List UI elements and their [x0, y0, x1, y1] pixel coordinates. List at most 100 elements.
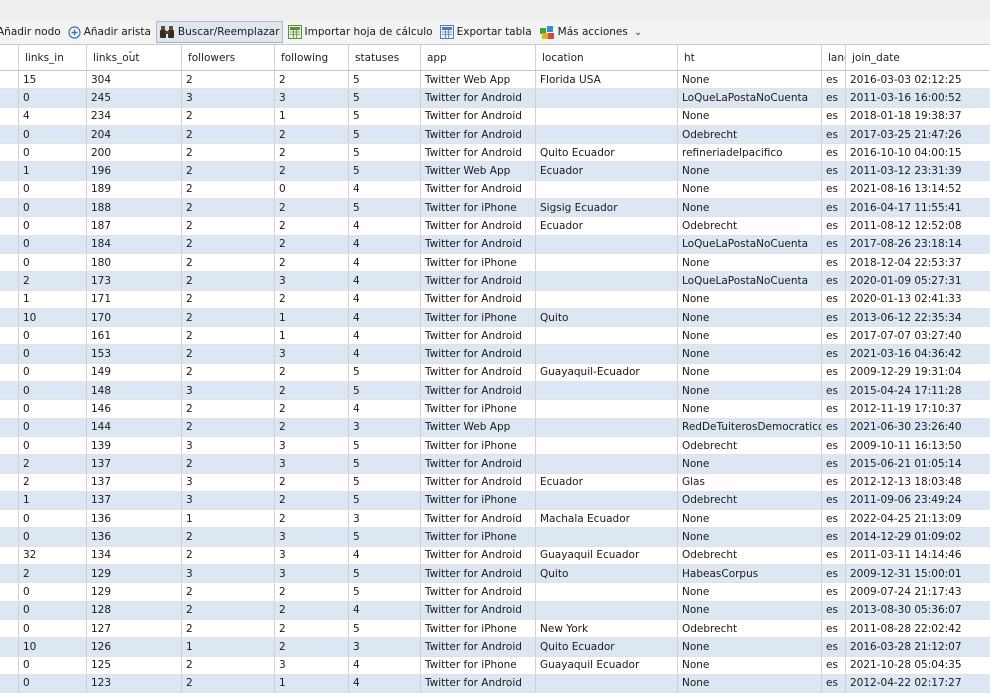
cell-statuses[interactable]: 5	[349, 436, 421, 455]
row-marker[interactable]	[0, 253, 19, 272]
cell-location[interactable]: Ecuador	[536, 473, 678, 491]
cell-links-out[interactable]: 189	[87, 180, 182, 199]
search-replace-button[interactable]: Buscar/Reemplazar	[155, 21, 283, 43]
cell-links-out[interactable]: 129	[87, 565, 182, 583]
row-marker[interactable]	[0, 144, 19, 162]
cell-app[interactable]: Twitter for Android	[421, 510, 536, 528]
cell-location[interactable]	[536, 253, 678, 272]
cell-following[interactable]: 3	[275, 89, 349, 107]
cell-followers[interactable]: 2	[182, 327, 275, 345]
cell-links-out[interactable]: 149	[87, 363, 182, 382]
table-row[interactable]: 2 173 2 3 4 Twitter for Android LoQueLaPostaNo…	[0, 272, 990, 291]
cell-links-out[interactable]: 139	[87, 436, 182, 455]
cell-followers[interactable]: 2	[182, 272, 275, 290]
cell-statuses[interactable]: 4	[349, 601, 421, 619]
cell-lang[interactable]: es	[822, 89, 846, 107]
cell-statuses[interactable]: 4	[349, 217, 421, 235]
row-marker[interactable]	[0, 290, 19, 308]
cell-lang[interactable]: es	[822, 71, 846, 89]
cell-followers[interactable]: 2	[182, 125, 275, 144]
cell-following[interactable]: 2	[275, 382, 349, 400]
cell-links-in[interactable]: 32	[19, 546, 87, 565]
cell-app[interactable]: Twitter for iPhone	[421, 656, 536, 674]
cell-app[interactable]: Twitter for iPhone	[421, 491, 536, 510]
row-marker[interactable]	[0, 546, 19, 565]
cell-following[interactable]: 2	[275, 217, 349, 235]
row-marker[interactable]	[0, 272, 19, 290]
cell-statuses[interactable]: 5	[349, 583, 421, 601]
cell-following[interactable]: 1	[275, 674, 349, 693]
cell-app[interactable]: Twitter for iPhone	[421, 528, 536, 546]
cell-app[interactable]: Twitter for Android	[421, 144, 536, 162]
cell-location[interactable]: Guayaquil Ecuador	[536, 656, 678, 674]
cell-ht[interactable]: Odebrecht	[678, 491, 822, 510]
cell-links-out[interactable]: 137	[87, 473, 182, 491]
cell-lang[interactable]: es	[822, 144, 846, 162]
cell-lang[interactable]: es	[822, 436, 846, 455]
cell-links-out[interactable]: 146	[87, 400, 182, 418]
cell-following[interactable]: 3	[275, 528, 349, 546]
cell-followers[interactable]: 3	[182, 89, 275, 107]
cell-following[interactable]: 3	[275, 455, 349, 473]
cell-links-in[interactable]: 4	[19, 107, 87, 125]
cell-location[interactable]: Quito	[536, 308, 678, 327]
cell-ht[interactable]: LoQueLaPostaNoCuenta	[678, 235, 822, 253]
row-marker[interactable]	[0, 400, 19, 418]
cell-app[interactable]: Twitter Web App	[421, 162, 536, 180]
cell-links-in[interactable]: 0	[19, 583, 87, 601]
cell-followers[interactable]: 2	[182, 418, 275, 436]
cell-links-in[interactable]: 0	[19, 656, 87, 674]
cell-followers[interactable]: 2	[182, 528, 275, 546]
cell-links-in[interactable]: 2	[19, 565, 87, 583]
column-header-app[interactable]: app	[421, 45, 536, 70]
cell-app[interactable]: Twitter for iPhone	[421, 436, 536, 455]
cell-lang[interactable]: es	[822, 418, 846, 436]
cell-ht[interactable]: None	[678, 180, 822, 199]
cell-lang[interactable]: es	[822, 382, 846, 400]
cell-followers[interactable]: 3	[182, 436, 275, 455]
cell-statuses[interactable]: 5	[349, 382, 421, 400]
table-row[interactable]: 0 161 2 1 4 Twitter for Android None es 2017-07-…	[0, 327, 990, 346]
row-marker[interactable]	[0, 125, 19, 144]
cell-location[interactable]	[536, 455, 678, 473]
cell-app[interactable]: Twitter for Android	[421, 327, 536, 345]
cell-links-in[interactable]: 0	[19, 253, 87, 272]
export-table-button[interactable]: Exportar tabla	[438, 22, 534, 42]
cell-app[interactable]: Twitter Web App	[421, 418, 536, 436]
table-row[interactable]: 1 171 2 2 4 Twitter for Android None es 2020-01-…	[0, 290, 990, 309]
cell-links-out[interactable]: 136	[87, 528, 182, 546]
cell-ht[interactable]: None	[678, 455, 822, 473]
cell-location[interactable]	[536, 491, 678, 510]
row-marker[interactable]	[0, 363, 19, 382]
more-actions-button[interactable]: Más acciones ⌄	[537, 22, 645, 42]
cell-following[interactable]: 2	[275, 619, 349, 638]
table-row[interactable]: 0 129 2 2 5 Twitter for Android None es 2009-07-…	[0, 583, 990, 602]
cell-following[interactable]: 2	[275, 418, 349, 436]
cell-lang[interactable]: es	[822, 363, 846, 382]
cell-location[interactable]	[536, 436, 678, 455]
cell-ht[interactable]: RedDeTuiterosDemocraticos	[678, 418, 822, 436]
cell-links-in[interactable]: 10	[19, 638, 87, 656]
cell-links-in[interactable]: 0	[19, 436, 87, 455]
cell-followers[interactable]: 2	[182, 656, 275, 674]
cell-location[interactable]	[536, 290, 678, 308]
cell-links-out[interactable]: 134	[87, 546, 182, 565]
column-header-links-out[interactable]: ⌄ links_out	[87, 45, 182, 70]
cell-links-out[interactable]: 245	[87, 89, 182, 107]
cell-links-in[interactable]: 0	[19, 510, 87, 528]
cell-location[interactable]	[536, 528, 678, 546]
row-marker[interactable]	[0, 638, 19, 656]
cell-ht[interactable]: Glas	[678, 473, 822, 491]
cell-followers[interactable]: 2	[182, 455, 275, 473]
cell-app[interactable]: Twitter for iPhone	[421, 308, 536, 327]
cell-following[interactable]: 2	[275, 162, 349, 180]
cell-following[interactable]: 2	[275, 199, 349, 217]
cell-lang[interactable]: es	[822, 473, 846, 491]
table-row[interactable]: 0 180 2 2 4 Twitter for iPhone None es 2018-12-0…	[0, 253, 990, 273]
table-row[interactable]: 0 148 3 2 5 Twitter for Android None es 2015-04-…	[0, 382, 990, 401]
cell-statuses[interactable]: 3	[349, 418, 421, 436]
cell-ht[interactable]: None	[678, 308, 822, 327]
cell-app[interactable]: Twitter for Android	[421, 674, 536, 693]
cell-location[interactable]: Ecuador	[536, 162, 678, 180]
cell-links-in[interactable]: 10	[19, 308, 87, 327]
